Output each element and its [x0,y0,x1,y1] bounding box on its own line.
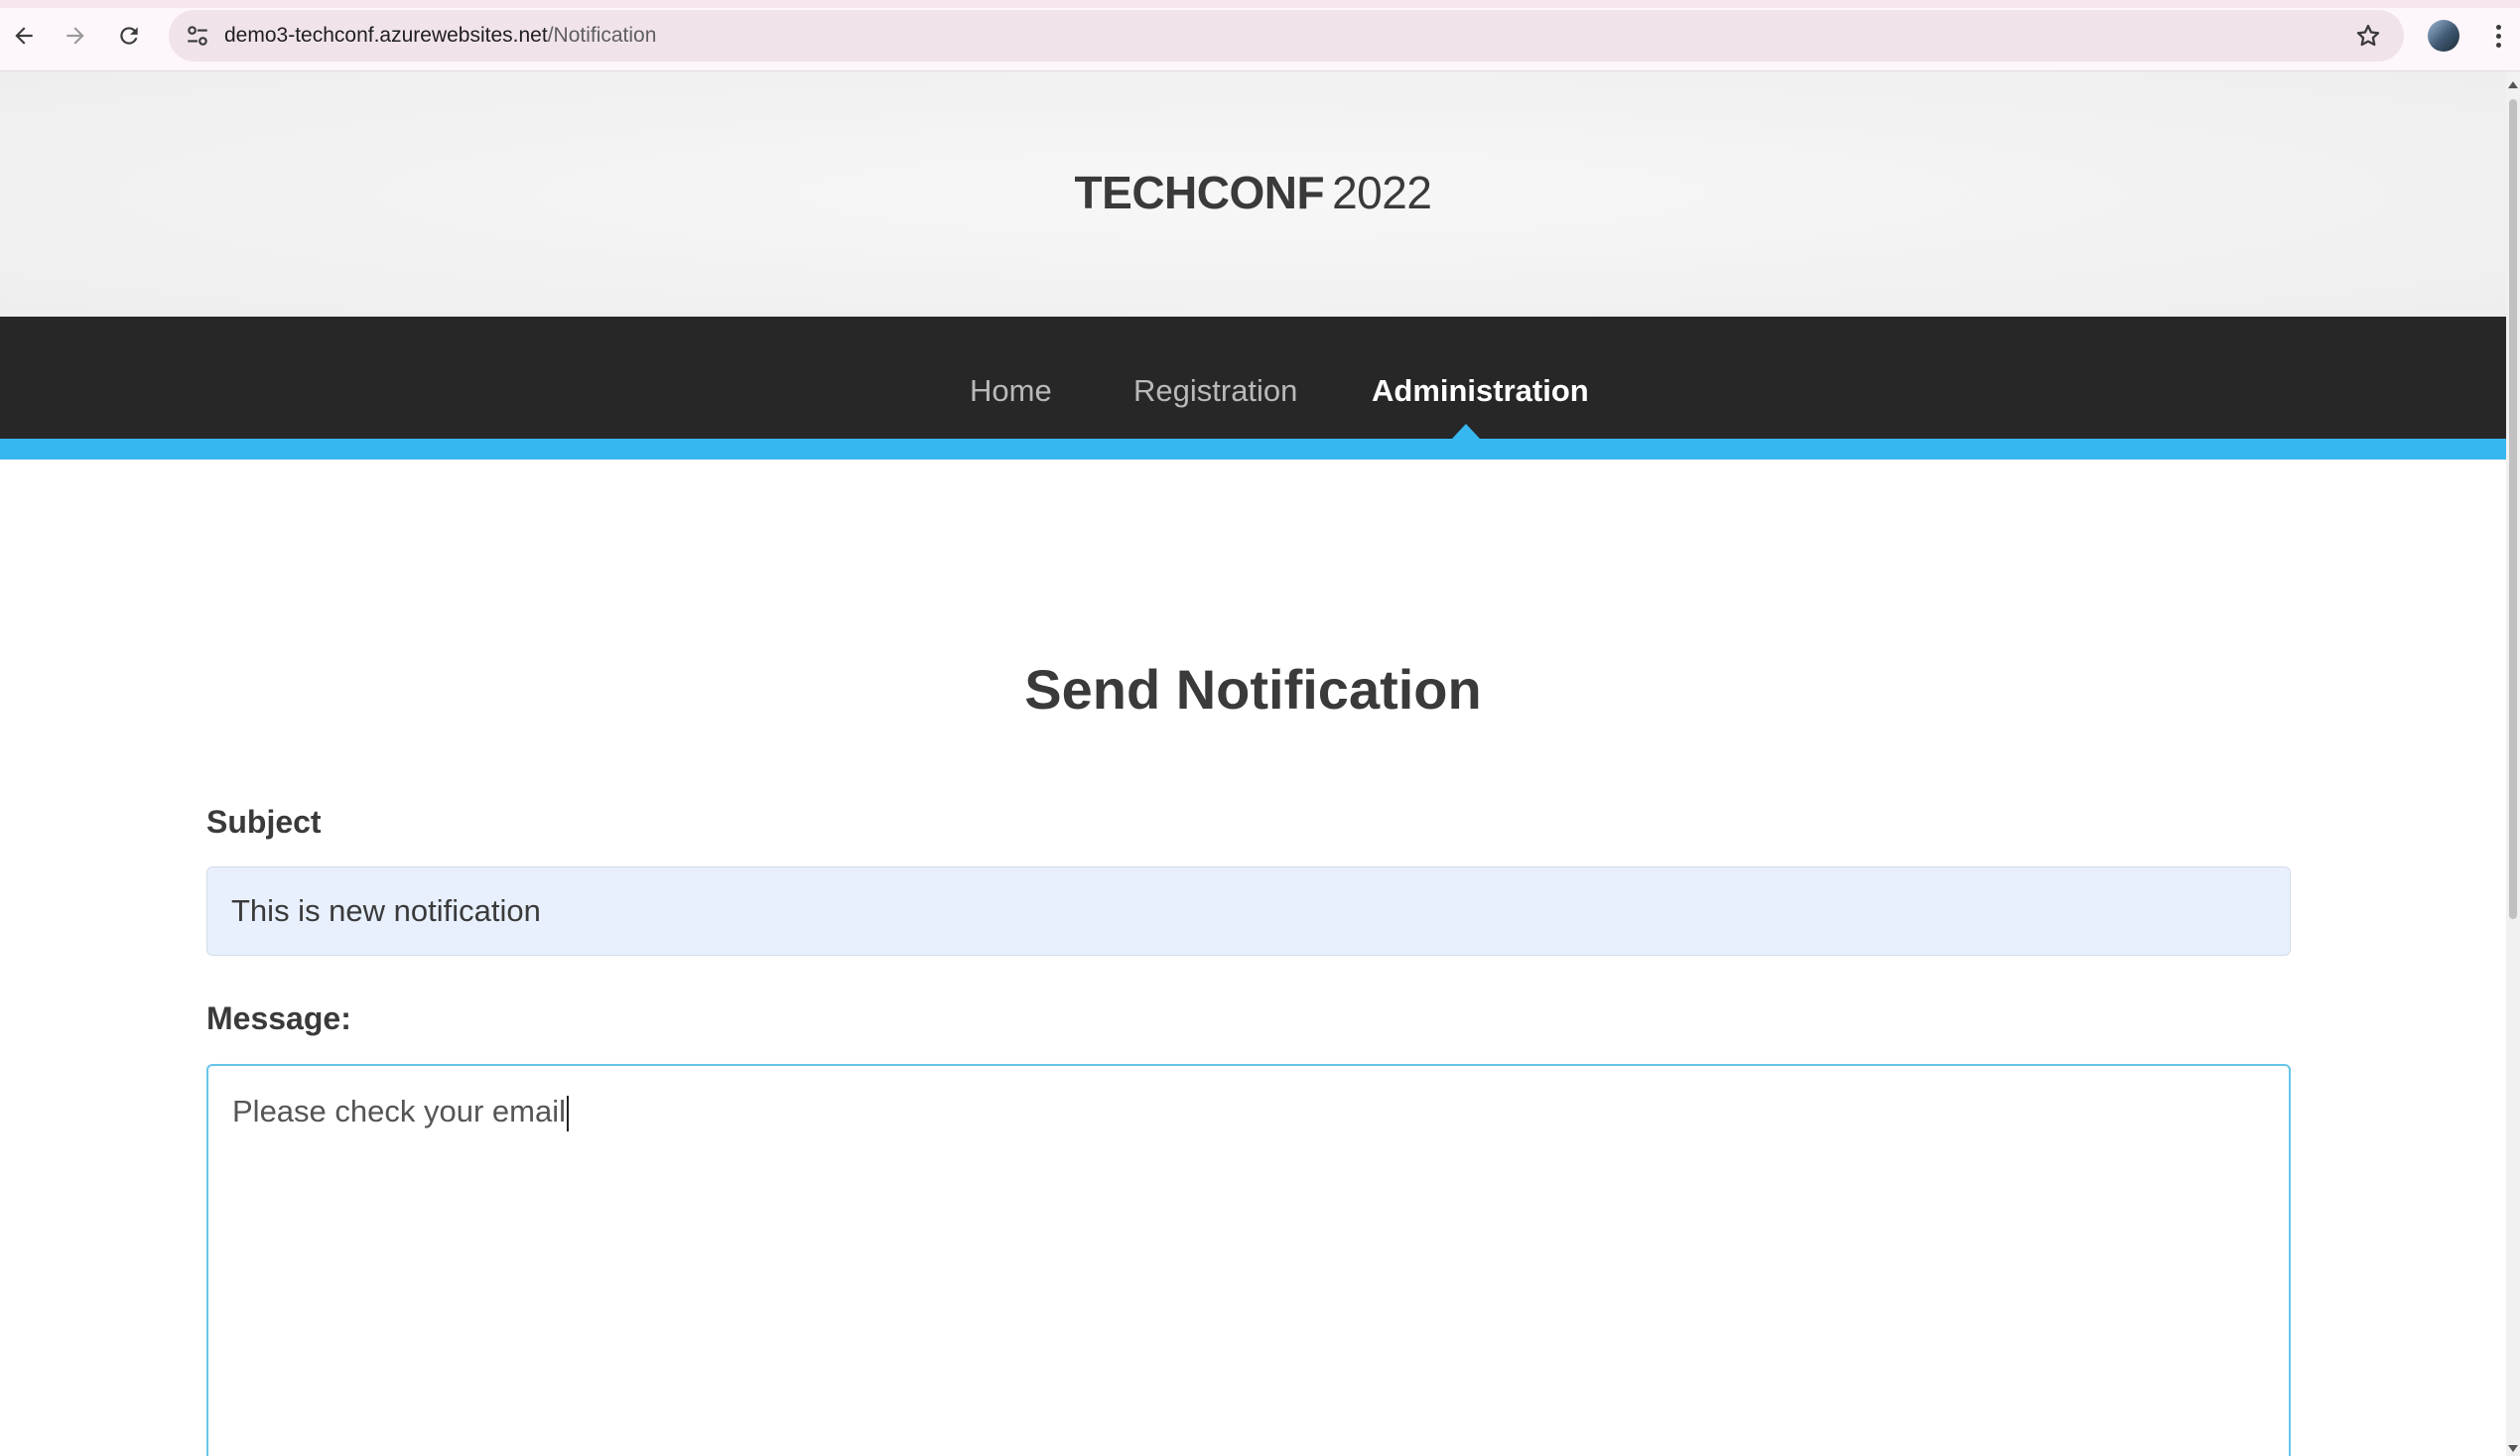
back-icon[interactable] [4,16,44,56]
nav-item-registration[interactable]: Registration [1133,371,1297,411]
brand-year: 2022 [1332,167,1432,218]
main-navbar: Home Registration Administration [0,317,2506,460]
url-host: demo3-techconf.azurewebsites.net [224,24,548,47]
scroll-down-arrow-icon[interactable] [2508,1445,2518,1452]
browser-toolbar: demo3-techconf.azurewebsites.net/Notific… [0,0,2520,71]
site-info-icon[interactable] [185,23,210,49]
url-path: /Notification [547,24,657,47]
subject-label: Subject [206,804,322,840]
page-viewport: TECHCONF 2022 Home Registration Administr… [0,71,2506,1456]
bookmark-star-icon[interactable] [2354,22,2382,50]
subject-input[interactable]: This is new notification [206,866,2291,956]
forward-icon[interactable] [56,16,95,56]
site-title: TECHCONF 2022 [0,166,2506,219]
brand-name: TECHCONF [1074,167,1325,218]
nav-accent-strip [0,439,2506,460]
message-textarea[interactable]: Please check your email [206,1064,2291,1456]
tab-strip-edge [0,0,2520,8]
scrollbar-thumb[interactable] [2509,99,2517,919]
nav-item-administration[interactable]: Administration [1372,371,1589,411]
page-title: Send Notification [1024,658,1482,721]
nav-item-home[interactable]: Home [970,371,1052,411]
message-label: Message: [206,1000,351,1036]
url-text: demo3-techconf.azurewebsites.net/Notific… [224,23,656,49]
site-header: TECHCONF 2022 [0,71,2506,317]
active-nav-indicator [1452,424,1480,439]
page-scrollbar[interactable] [2506,71,2520,1456]
address-bar[interactable]: demo3-techconf.azurewebsites.net/Notific… [169,10,2404,62]
scroll-up-arrow-icon[interactable] [2508,81,2518,88]
text-cursor [567,1095,569,1131]
reload-icon[interactable] [109,16,149,56]
profile-avatar[interactable] [2428,20,2459,52]
more-menu-icon[interactable] [2483,18,2513,54]
message-text: Please check your email [232,1094,566,1128]
